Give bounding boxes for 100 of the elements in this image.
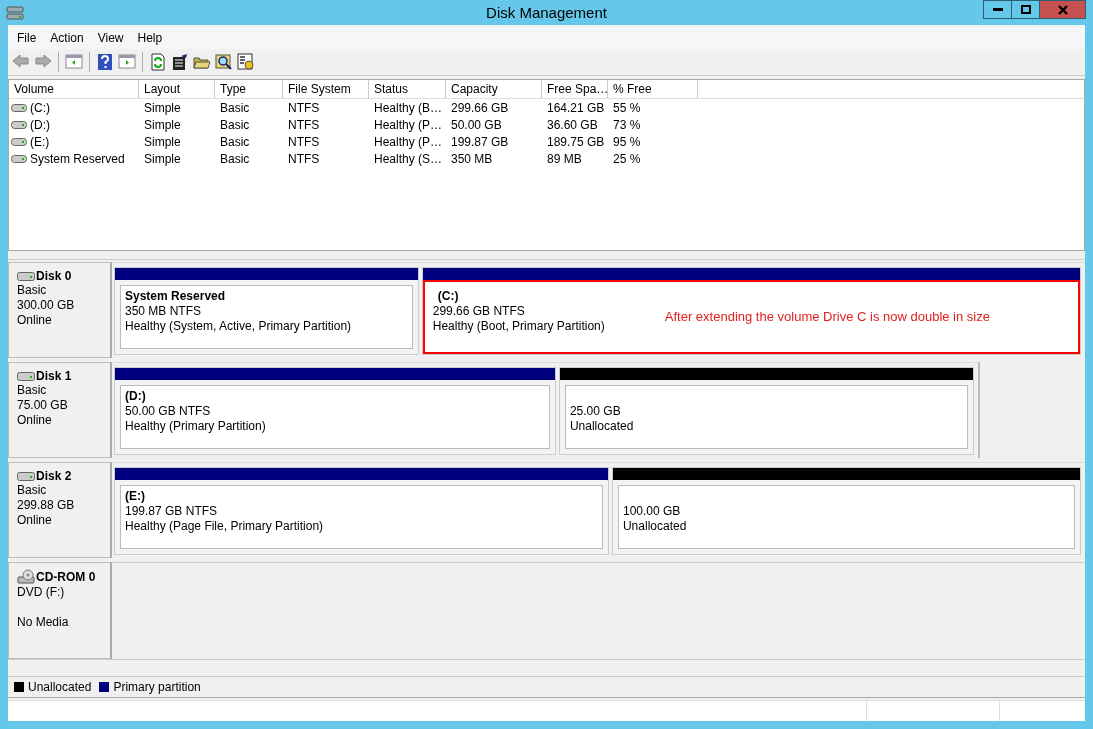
table-cell-text: Basic	[219, 151, 251, 166]
table-cell-text: Basic	[219, 134, 251, 149]
partition-info: 350 MB NTFS	[125, 304, 203, 319]
window-title: Disk Management	[486, 4, 607, 21]
table-cell-text: 299.66 GB	[450, 100, 510, 115]
table-cell-text: 199.87 GB	[450, 134, 510, 149]
disk-name: Disk 0	[36, 269, 72, 283]
column-header[interactable]: Volume	[9, 80, 139, 98]
maximize-icon	[1019, 4, 1032, 15]
partition-info: Unallocated	[569, 419, 634, 434]
table-cell-text: Simple	[143, 151, 182, 166]
column-header[interactable]: Status	[369, 80, 446, 98]
table-cell: (D:)	[30, 117, 50, 132]
menu-item[interactable]: Action	[43, 31, 91, 45]
legend-label: Primary partition	[113, 680, 201, 694]
partition-name: (C:)	[436, 289, 460, 304]
table-cell-text: 350 MB	[450, 151, 494, 166]
column-header[interactable]: % Free	[608, 80, 698, 98]
pane-left-icon[interactable]	[65, 53, 83, 71]
table-cell-text: 95 %	[612, 134, 642, 149]
table-cell-text: Healthy (S…	[373, 151, 444, 166]
drive-icon	[11, 153, 27, 164]
minimize-button[interactable]	[983, 0, 1012, 19]
optical-drive-icon	[17, 569, 35, 585]
hard-drive-icon	[17, 470, 35, 482]
table-cell: (E:)	[30, 134, 50, 149]
disk-name: CD-ROM 0	[36, 570, 96, 584]
disk-info: Online	[17, 313, 53, 328]
disk-info: Basic	[17, 383, 48, 398]
table-cell: (C:)	[30, 100, 50, 115]
back-arrow-icon[interactable]	[12, 53, 30, 71]
table-cell-text: Basic	[219, 100, 251, 115]
disk-drive-icon	[6, 4, 24, 21]
close-button[interactable]	[1039, 0, 1086, 19]
partition-info: Healthy (Primary Partition)	[125, 419, 266, 434]
help-icon[interactable]	[96, 53, 114, 71]
column-header[interactable]: Layout	[139, 80, 215, 98]
close-icon	[1056, 4, 1069, 15]
menu-item[interactable]: File	[10, 31, 44, 45]
partition-info: Healthy (Page File, Primary Partition)	[125, 519, 324, 534]
table-cell-text: NTFS	[287, 134, 321, 149]
partition[interactable]: 100.00 GB Unallocated	[611, 467, 1081, 555]
legend-label: Unallocated	[28, 680, 92, 694]
properties-icon[interactable]	[171, 53, 189, 71]
table-cell-text: 164.21 GB	[546, 100, 606, 115]
column-header[interactable]: Capacity	[446, 80, 542, 98]
magnifier-icon[interactable]	[215, 53, 233, 71]
partition-info: 100.00 GB	[622, 504, 682, 519]
hard-drive-icon	[17, 270, 35, 282]
minimize-icon	[992, 8, 1003, 11]
partition-name: System Reserved	[125, 289, 227, 304]
column-header[interactable]: Type	[215, 80, 283, 98]
column-header[interactable]: Free Spa…	[542, 80, 608, 98]
disk-name: Disk 2	[36, 469, 72, 483]
forward-arrow-icon[interactable]	[34, 53, 52, 71]
disk-info: 299.88 GB	[17, 498, 76, 513]
disk-info: Basic	[17, 283, 48, 298]
disk-info: DVD (F:)	[17, 585, 66, 600]
table-cell-text: 36.60 GB	[546, 117, 599, 132]
table-cell-text: 25 %	[612, 151, 642, 166]
table-cell-text: NTFS	[287, 117, 321, 132]
disk-info: 75.00 GB	[17, 398, 69, 413]
partition[interactable]: (D:) 50.00 GB NTFS Healthy (Primary Partition)	[114, 367, 556, 455]
partition[interactable]: 25.00 GB Unallocated	[558, 367, 974, 455]
disk-info: Basic	[17, 483, 48, 498]
menu-item[interactable]: View	[90, 31, 131, 45]
table-cell-text: NTFS	[287, 100, 321, 115]
partition-info: Healthy (Boot, Primary Partition)	[432, 319, 605, 334]
partition-info: 25.00 GB	[569, 404, 622, 419]
table-cell-text: 55 %	[612, 100, 642, 115]
partition[interactable]: (C:) 299.66 GB NTFS Healthy (Boot, Primary Partition) After extending the volume Drive C is now double in size	[421, 267, 1081, 355]
table-cell-text: Healthy (P…	[373, 117, 444, 132]
column-header[interactable]: File System	[283, 80, 369, 98]
table-cell-text: 89 MB	[546, 151, 583, 166]
drive-icon	[11, 102, 27, 113]
table-cell-text: 189.75 GB	[546, 134, 606, 149]
table-cell-text: 50.00 GB	[450, 117, 503, 132]
menu-item[interactable]: Help	[130, 31, 170, 45]
table-cell-text: NTFS	[287, 151, 321, 166]
partition[interactable]: (E:) 199.87 GB NTFS Healthy (Page File, Primary Partition)	[114, 467, 609, 555]
disk-info: Online	[17, 513, 53, 528]
partition-info: Healthy (System, Active, Primary Partition)	[125, 319, 352, 334]
partition-info: Unallocated	[622, 519, 687, 534]
hard-drive-icon	[17, 370, 35, 382]
partition-info: 50.00 GB NTFS	[125, 404, 212, 419]
drive-icon	[11, 136, 27, 147]
disk-info: No Media	[17, 615, 70, 630]
table-cell: System Reserved	[30, 151, 125, 166]
table-cell-text: Simple	[143, 100, 182, 115]
drive-icon	[11, 119, 27, 130]
table-cell-text: Simple	[143, 117, 182, 132]
table-cell-text: Simple	[143, 134, 182, 149]
annotation-text: After extending the volume Drive C is now double in size	[664, 309, 990, 324]
table-cell-text: Healthy (P…	[373, 134, 444, 149]
disk-info: 300.00 GB	[17, 298, 76, 313]
partition-name: (D:)	[125, 389, 147, 404]
disk-name: Disk 1	[36, 369, 72, 383]
table-cell-text: Basic	[219, 117, 251, 132]
partition-info: 199.87 GB NTFS	[125, 504, 219, 519]
partition[interactable]: System Reserved 350 MB NTFS Healthy (System, Active, Primary Partition)	[114, 267, 419, 355]
